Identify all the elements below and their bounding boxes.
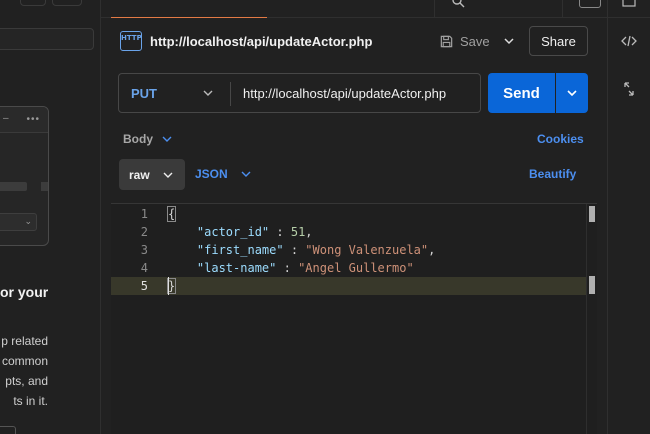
save-button[interactable]: Save <box>439 33 490 49</box>
body-mode-label: raw <box>129 167 150 182</box>
code-text: "last-name" : "Angel Gullermo" <box>168 259 414 277</box>
chevron-down-icon[interactable] <box>202 87 214 99</box>
json-string: "Wong Valenzuela" <box>305 243 429 257</box>
text-cursor <box>168 277 169 295</box>
tab-active-request[interactable] <box>111 0 267 18</box>
json-brace: } <box>166 278 177 294</box>
illustration-select: ⌄ <box>0 213 37 231</box>
line-number: 3 <box>140 243 148 257</box>
illustration-bar-small <box>41 182 48 191</box>
left-panel: – ••• ⌄ or your p related common pts, an… <box>0 0 101 434</box>
body-dropdown[interactable]: Body <box>123 132 173 146</box>
illustration-card: – ••• ⌄ <box>0 106 49 246</box>
code-snippet-icon[interactable] <box>619 31 639 51</box>
description-line: common <box>1 354 48 368</box>
left-panel-search-input[interactable] <box>0 28 94 50</box>
code-text: } <box>166 277 177 295</box>
line-number: 5 <box>140 279 148 293</box>
chevron-down-icon <box>163 172 173 178</box>
tab-bar <box>101 0 607 18</box>
json-separator: : <box>283 243 306 257</box>
editor-scrollbar[interactable] <box>586 204 597 434</box>
left-panel-top-button[interactable] <box>20 0 46 6</box>
body-mode-select[interactable]: raw <box>119 159 185 190</box>
chevron-down-icon: ⌄ <box>24 216 32 226</box>
code-editor[interactable]: 1 { 2 "actor_id" : 51, 3 "first_name" : … <box>111 203 597 434</box>
line-number: 4 <box>140 261 148 275</box>
code-text: { <box>166 205 177 223</box>
left-panel-bottom-button[interactable] <box>0 426 16 434</box>
json-comma: , <box>428 243 436 257</box>
share-button[interactable]: Share <box>529 26 588 56</box>
illustration-dots: ••• <box>26 114 40 125</box>
description-line: p related <box>1 334 48 348</box>
body-label: Body <box>123 132 153 146</box>
search-icon[interactable] <box>451 0 465 11</box>
json-separator: : <box>269 225 291 239</box>
scrollbar-marker <box>589 276 595 294</box>
language-select[interactable]: JSON <box>195 167 252 181</box>
request-title[interactable]: http://localhost/api/updateActor.php <box>150 34 372 49</box>
notification-icon[interactable] <box>622 0 636 8</box>
json-brace: { <box>166 206 177 222</box>
url-divider <box>230 82 231 106</box>
json-key: "last-name" <box>196 261 277 275</box>
request-editor: HTTP http://localhost/api/updateActor.ph… <box>101 0 607 434</box>
chevron-down-icon <box>162 136 172 142</box>
description-line: pts, and <box>5 374 48 388</box>
right-sidebar <box>607 0 650 434</box>
illustration-dash: – <box>3 113 9 124</box>
left-panel-heading: or your <box>0 284 49 300</box>
tab-divider <box>434 0 435 18</box>
code-line[interactable]: 2 "actor_id" : 51, <box>111 223 586 241</box>
save-icon <box>440 35 453 47</box>
save-label: Save <box>460 33 490 49</box>
illustration-card-header: – ••• <box>0 107 48 133</box>
illustration-bar <box>0 182 27 191</box>
chevron-down-icon <box>567 90 577 97</box>
chevron-down-icon <box>504 38 514 45</box>
json-string: "Angel Gullermo" <box>298 261 414 275</box>
send-options-button[interactable] <box>556 73 588 113</box>
save-options-button[interactable] <box>501 32 517 50</box>
http-icon: HTTP <box>120 31 142 51</box>
json-key: "first_name" <box>196 243 284 257</box>
language-label: JSON <box>195 167 228 181</box>
code-text: "actor_id" : 51, <box>168 223 313 241</box>
request-header: HTTP http://localhost/api/updateActor.ph… <box>101 24 607 58</box>
beautify-button[interactable]: Beautify <box>529 167 576 181</box>
url-input[interactable]: http://localhost/api/updateActor.php <box>243 86 446 101</box>
code-line[interactable]: 3 "first_name" : "Wong Valenzuela", <box>111 241 586 259</box>
line-number: 1 <box>140 207 148 221</box>
code-line-active[interactable]: 5 } <box>111 277 586 295</box>
send-button[interactable]: Send <box>488 73 555 113</box>
json-comma: , <box>305 225 313 239</box>
url-bar: PUT http://localhost/api/updateActor.php <box>118 73 481 113</box>
json-separator: : <box>276 261 299 275</box>
environment-selector[interactable] <box>579 0 601 8</box>
code-text: "first_name" : "Wong Valenzuela", <box>168 241 435 259</box>
json-number: 51 <box>290 225 306 239</box>
code-line[interactable]: 4 "last-name" : "Angel Gullermo" <box>111 259 586 277</box>
json-key: "actor_id" <box>196 225 270 239</box>
method-select[interactable]: PUT <box>131 86 157 101</box>
right-sidebar-top <box>608 0 650 18</box>
line-number: 2 <box>140 225 148 239</box>
cookies-link[interactable]: Cookies <box>537 132 584 146</box>
tab-divider <box>562 0 563 18</box>
chevron-down-icon <box>241 171 251 177</box>
left-panel-description: p related common pts, and ts in it. <box>0 331 48 411</box>
code-line[interactable]: 1 { <box>111 205 586 223</box>
left-panel-top-button-2[interactable] <box>52 0 82 6</box>
related-collections-icon[interactable] <box>619 79 639 99</box>
scrollbar-thumb[interactable] <box>589 206 595 222</box>
description-line: ts in it. <box>13 394 48 408</box>
